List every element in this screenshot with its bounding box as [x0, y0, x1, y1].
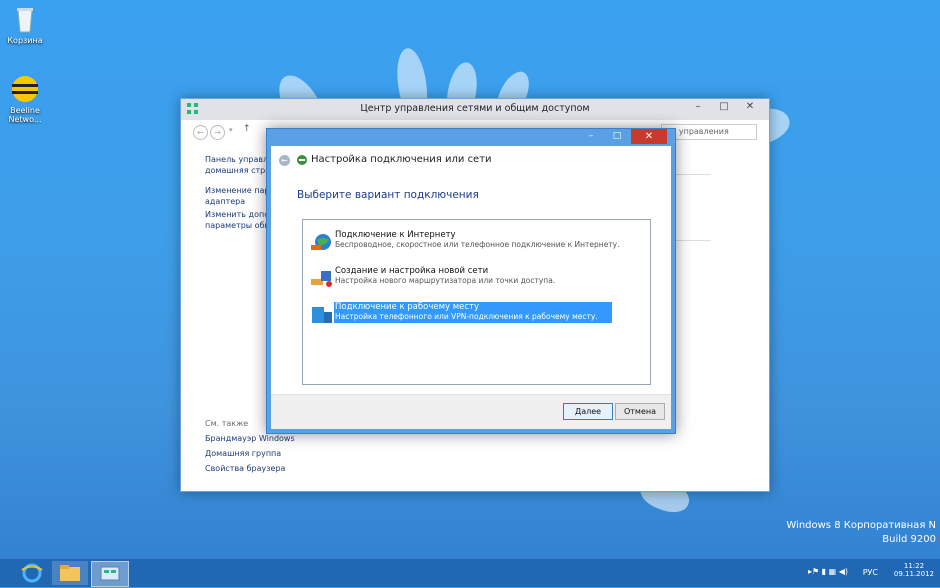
ie-taskbar-button[interactable] [14, 561, 50, 585]
setup-connection-dialog: – □ ✕ ← Настройка подключения или сети В… [266, 128, 676, 434]
recycle-bin-icon [10, 4, 40, 34]
close-button[interactable]: ✕ [737, 99, 763, 115]
dialog-title: Настройка подключения или сети [311, 154, 492, 165]
chevron-down-icon[interactable]: ▾ [229, 126, 233, 134]
dialog-body: Выберите вариант подключения Подключение… [271, 173, 671, 429]
option-description: Настройка нового маршрутизатора или точк… [335, 276, 556, 285]
minimize-button[interactable]: – [685, 99, 711, 115]
option-title: Подключение к Интернету [335, 230, 456, 240]
dialog-heading: Выберите вариант подключения [297, 189, 479, 201]
desktop-icon-label: Корзина [7, 36, 43, 45]
window-title: Центр управления сетями и общим доступом [360, 103, 590, 114]
explorer-taskbar-button[interactable] [52, 561, 88, 585]
option-description: Настройка телефонного или VPN-подключени… [335, 312, 598, 321]
clock[interactable]: 11:22 09.11.2012 [894, 562, 934, 578]
folder-icon [60, 565, 80, 581]
desktop-icon-recycle-bin[interactable]: Корзина [0, 4, 50, 45]
see-also-homegroup[interactable]: Домашняя группа [205, 448, 281, 459]
dialog-header: ← Настройка подключения или сети [271, 146, 671, 173]
globe-icon [309, 231, 333, 253]
back-arrow-icon[interactable]: ← [279, 155, 290, 166]
language-indicator[interactable]: РУС [863, 568, 878, 577]
taskbar: ▸⚑ ▮ ▦ ◀) РУС 11:22 09.11.2012 [0, 559, 940, 587]
dialog-minimize-button[interactable]: – [579, 129, 603, 144]
divider [675, 174, 711, 175]
dialog-footer: Далее Отмена [271, 394, 671, 429]
dialog-close-button[interactable]: ✕ [631, 129, 667, 144]
windows-edition-watermark: Windows 8 Корпоративная N [786, 520, 936, 531]
option-title: Подключение к рабочему месту [335, 302, 480, 312]
workplace-icon [309, 303, 333, 325]
connection-options-list[interactable]: Подключение к Интернету Беспроводное, ск… [302, 219, 651, 385]
network-setup-icon [296, 154, 308, 166]
next-button[interactable]: Далее [563, 403, 613, 420]
dialog-maximize-button[interactable]: □ [605, 129, 629, 144]
control-panel-taskbar-button[interactable] [91, 561, 129, 587]
cancel-button[interactable]: Отмена [615, 403, 665, 420]
back-icon[interactable]: ← [193, 125, 208, 140]
window-titlebar: Центр управления сетями и общим доступом… [181, 99, 769, 120]
see-also-label: См. также [205, 419, 249, 428]
forward-icon[interactable]: → [210, 125, 225, 140]
see-also-browser[interactable]: Свойства браузера [205, 463, 285, 474]
see-also-firewall[interactable]: Брандмауэр Windows [205, 433, 295, 444]
beeline-icon [10, 74, 40, 104]
divider [675, 240, 711, 241]
option-internet[interactable]: Подключение к Интернету Беспроводное, ск… [307, 230, 620, 253]
internet-explorer-icon [21, 563, 43, 583]
option-new-network[interactable]: Создание и настройка новой сети Настройк… [307, 266, 612, 288]
tray-icons[interactable]: ▸⚑ ▮ ▦ ◀) [808, 567, 848, 576]
maximize-button[interactable]: □ [711, 99, 737, 115]
build-watermark: Build 9200 [882, 534, 936, 545]
desktop-icon-beeline[interactable]: Beeline Netwo... [0, 74, 50, 124]
router-icon [309, 267, 333, 289]
up-icon[interactable]: ↑ [243, 124, 251, 134]
option-description: Беспроводное, скоростное или телефонное … [335, 240, 620, 249]
option-workplace[interactable]: Подключение к рабочему месту Настройка т… [307, 302, 612, 324]
control-panel-icon [100, 566, 120, 581]
desktop-icon-label: Beeline Netwo... [8, 106, 42, 124]
option-title: Создание и настройка новой сети [335, 266, 489, 276]
